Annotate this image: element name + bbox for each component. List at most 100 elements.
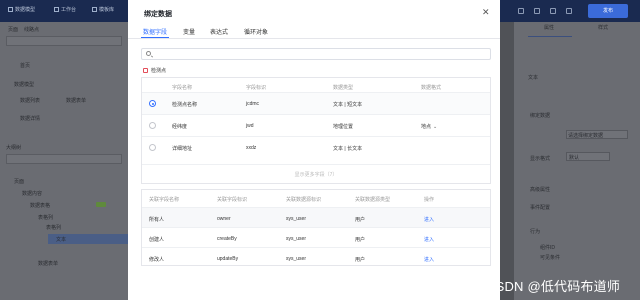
more-icon[interactable]: [566, 8, 572, 14]
column-header: 关联字段名称: [149, 197, 180, 203]
show-more-link[interactable]: 显示更多字段（7）: [142, 171, 490, 178]
grid-icon: [54, 7, 59, 12]
field-name: 详细地址: [172, 146, 193, 152]
tab-style[interactable]: 样式: [598, 24, 608, 31]
tabs-divider: [128, 38, 500, 39]
id-label: 组件ID: [540, 245, 556, 251]
left-panel: 页面 线路点 首页 数据模型 数据列表 数据表单 数据详情 大纲树 页面 数据内…: [0, 22, 128, 300]
chevron-down-icon: ⌄: [433, 124, 438, 130]
field-name: 经纬度: [172, 124, 188, 130]
field-radio[interactable]: [149, 144, 156, 151]
page-search[interactable]: [6, 36, 122, 46]
field-key: jcdmc: [246, 101, 260, 107]
field-type: 地理位置: [333, 124, 354, 130]
field-type: 文本 | 长文本: [333, 146, 363, 152]
search-input[interactable]: [141, 48, 491, 60]
close-icon[interactable]: ✕: [482, 7, 490, 17]
tab-expression[interactable]: 表达式: [210, 27, 228, 36]
related-key: createBy: [217, 236, 237, 242]
data-item[interactable]: 数据表单: [66, 97, 86, 104]
settings-icon[interactable]: [518, 8, 524, 14]
preview-icon[interactable]: [534, 8, 540, 14]
component-title: 文本: [528, 75, 539, 81]
data-item[interactable]: 数据详情: [20, 115, 40, 122]
tab-loop-object[interactable]: 循环对象: [244, 27, 268, 36]
related-name: 创建人: [149, 237, 165, 243]
field-row[interactable]: 检测点名称 jcdmc 文本 | 短文本: [142, 92, 490, 114]
top-tab-workbench[interactable]: 工作台: [54, 6, 76, 13]
field-row[interactable]: 详细地址 xxdz 文本 | 长文本: [142, 136, 490, 158]
datasource-icon: [143, 68, 148, 73]
related-name: 修改人: [149, 257, 165, 263]
outline-label: 大纲树: [6, 145, 22, 151]
related-row: 所有人 owner sys_user 用户 进入: [142, 207, 490, 227]
publish-button[interactable]: 发布: [588, 4, 628, 18]
section-label: 数据模型: [14, 82, 35, 88]
column-header: 字段名称: [172, 85, 193, 91]
show-more-row: 显示更多字段（7）: [142, 164, 490, 184]
enter-link[interactable]: 进入: [424, 256, 434, 263]
field-row[interactable]: 经纬度 jwd 地理位置 地点 ⌄: [142, 114, 490, 136]
desc-label: 可见条件: [540, 255, 561, 261]
page-name[interactable]: 线路点: [24, 26, 39, 33]
tab-variables[interactable]: 变量: [183, 27, 195, 36]
advanced-label: 高级属性: [530, 187, 551, 193]
grid-icon: [8, 7, 13, 12]
field-key: xxdz: [246, 145, 257, 151]
enter-link[interactable]: 进入: [424, 216, 434, 223]
outline-search[interactable]: [6, 154, 122, 164]
watermark: CSDN @低代码布道师: [486, 279, 621, 294]
event-label: 事件配置: [530, 205, 551, 211]
tree-item[interactable]: 文本: [56, 236, 66, 243]
search-icon: [146, 51, 151, 56]
tree-item[interactable]: 数据内容: [22, 190, 42, 197]
fields-table: 字段名称 字段标识 数据类型 数据格式 检测点名称 jcdmc 文本 | 短文本…: [141, 77, 491, 184]
page-label: 页面: [8, 27, 19, 33]
related-table: 关联字段名称 关联字段标识 关联数据源标识 关联数据源类型 操作 所有人 own…: [141, 189, 491, 266]
top-tab-templates[interactable]: 模板库: [92, 6, 114, 13]
related-source-type: 用户: [355, 217, 366, 223]
field-label: 绑定数据: [530, 113, 551, 119]
tree-badge: [96, 202, 106, 207]
datasource-name: 检测点: [151, 68, 167, 74]
column-header: 关联数据源标识: [286, 197, 322, 203]
format-value: 默认: [569, 155, 580, 161]
tree-item[interactable]: 表格列: [38, 214, 53, 221]
related-source-type: 用户: [355, 237, 366, 243]
modal-title: 绑定数据: [144, 11, 172, 18]
data-item[interactable]: 数据列表: [20, 97, 40, 104]
field-radio[interactable]: [149, 122, 156, 129]
related-source: sys_user: [286, 216, 307, 222]
related-key: owner: [217, 216, 231, 222]
related-key: updateBy: [217, 256, 239, 262]
column-header: 关联数据源类型: [355, 197, 391, 203]
related-source: sys_user: [286, 256, 307, 262]
enter-link[interactable]: 进入: [424, 236, 434, 243]
field-name: 检测点名称: [172, 102, 198, 108]
tree-item[interactable]: 数据表格: [30, 202, 50, 209]
page-item[interactable]: 首页: [20, 62, 30, 69]
related-source-type: 用户: [355, 257, 366, 263]
tab-props[interactable]: 属性: [544, 24, 554, 31]
related-source: sys_user: [286, 236, 307, 242]
field-type: 文本 | 短文本: [333, 102, 363, 108]
tree-item[interactable]: 页面: [14, 178, 24, 185]
tree-item[interactable]: 数据表单: [38, 260, 58, 267]
grid-icon: [92, 7, 97, 12]
bind-data-modal: 绑定数据 ✕ 数据字段 变量 表达式 循环对象 检测点 字段名称 字段标识 数据…: [128, 0, 500, 300]
column-header: 关联字段标识: [217, 197, 248, 203]
tab-data-fields[interactable]: 数据字段: [143, 27, 167, 36]
format-select[interactable]: 地点 ⌄: [421, 123, 437, 130]
column-header: 操作: [424, 197, 435, 203]
related-name: 所有人: [149, 217, 165, 223]
related-row: 创建人 createBy sys_user 用户 进入: [142, 227, 490, 247]
top-tab-model[interactable]: 数据模型: [8, 6, 35, 13]
related-header: 关联字段名称 关联字段标识 关联数据源标识 关联数据源类型 操作: [142, 190, 490, 207]
column-header: 数据类型: [333, 85, 354, 91]
tree-item[interactable]: 表格列: [46, 224, 61, 231]
share-icon[interactable]: [550, 8, 556, 14]
related-row: 修改人 updateBy sys_user 用户 进入: [142, 247, 490, 267]
bind-data-placeholder: 请选择绑定数据: [568, 133, 604, 139]
field-key: jwd: [246, 123, 254, 129]
field-radio[interactable]: [149, 100, 156, 107]
